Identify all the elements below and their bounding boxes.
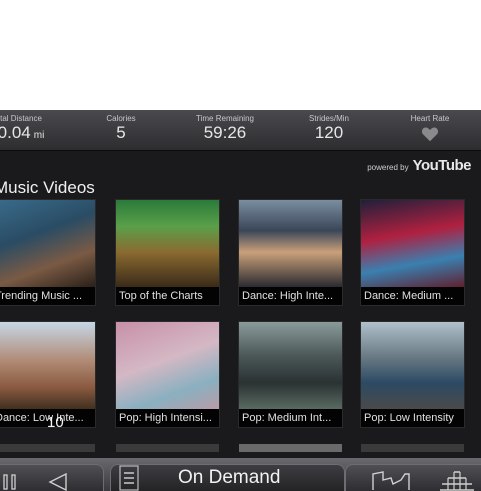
stat-heart-rate: Heart Rate (400, 114, 460, 147)
video-caption: Pop: High Intensi... (116, 409, 219, 427)
video-tile[interactable]: Pop: Medium Int... (239, 322, 342, 427)
stat-calories: Calories 5 (95, 114, 147, 143)
video-tile-partial[interactable] (361, 444, 464, 452)
video-thumbnail (0, 322, 95, 409)
stat-label: Time Remaining (196, 114, 254, 123)
video-thumbnail (361, 200, 464, 287)
section-title: Music Videos (0, 178, 95, 197)
video-thumbnail (116, 322, 219, 409)
stat-time-remaining: Time Remaining 59:26 (186, 114, 264, 143)
stat-label: Strides/Min (308, 114, 349, 123)
distance-value: 0.04 (0, 123, 31, 142)
video-thumbnail (239, 322, 342, 409)
video-caption: Dance: High Inte... (239, 287, 342, 305)
stat-label: tal Distance (0, 114, 42, 123)
stat-value: 120 (314, 123, 344, 142)
youtube-branding: powered by YouTube (367, 157, 471, 174)
video-caption: Dance: Medium ... (361, 287, 464, 305)
stairs-icon[interactable] (438, 468, 476, 491)
video-tile[interactable]: Pop: High Intensi... (116, 322, 219, 427)
video-tile-partial[interactable] (239, 444, 342, 452)
back-arrow-icon[interactable] (46, 472, 68, 491)
video-tile[interactable]: Dance: Medium ... (361, 200, 464, 305)
distance-unit: mi (33, 130, 45, 141)
stat-label: Calories (106, 114, 136, 123)
video-tile[interactable]: Dance: Low Inte... (0, 322, 95, 427)
stat-value: 5 (116, 123, 126, 142)
video-tile[interactable]: Dance: High Inte... (239, 200, 342, 305)
pause-icon[interactable] (2, 473, 18, 491)
overlay-number: 10 (47, 414, 64, 431)
menu-lines-icon[interactable] (119, 465, 139, 491)
nav-title[interactable]: On Demand (178, 467, 280, 489)
video-caption: Pop: Low Intensity (361, 409, 464, 427)
stat-value: 59:26 (203, 123, 247, 142)
youtube-logo: YouTube (412, 157, 472, 174)
video-tile-partial[interactable] (0, 444, 95, 452)
video-tile[interactable]: Top of the Charts (116, 200, 219, 305)
video-caption: Trending Music ... (0, 287, 95, 305)
stat-distance: tal Distance 0.04 mi (0, 114, 56, 146)
video-caption: Pop: Medium Int... (239, 409, 342, 427)
heart-icon (421, 127, 439, 142)
video-thumbnail (361, 322, 464, 409)
video-thumbnail (116, 200, 219, 287)
video-tile-partial[interactable] (116, 444, 219, 452)
stat-strides: Strides/Min 120 (298, 114, 360, 143)
powered-by-label: powered by (367, 163, 409, 172)
stat-value: 0.04 mi (0, 123, 56, 146)
stat-label: Heart Rate (410, 114, 450, 123)
video-caption: Top of the Charts (116, 287, 219, 305)
video-thumbnail (239, 200, 342, 287)
video-tile[interactable]: Pop: Low Intensity (361, 322, 464, 427)
workout-stats-bar: tal Distance 0.04 mi Calories 5 Time Rema… (0, 110, 481, 151)
video-thumbnail (0, 200, 95, 287)
treadmill-screen: tal Distance 0.04 mi Calories 5 Time Rema… (0, 110, 481, 491)
video-tile[interactable]: Trending Music ... (0, 200, 95, 305)
map-icon[interactable] (371, 470, 411, 491)
